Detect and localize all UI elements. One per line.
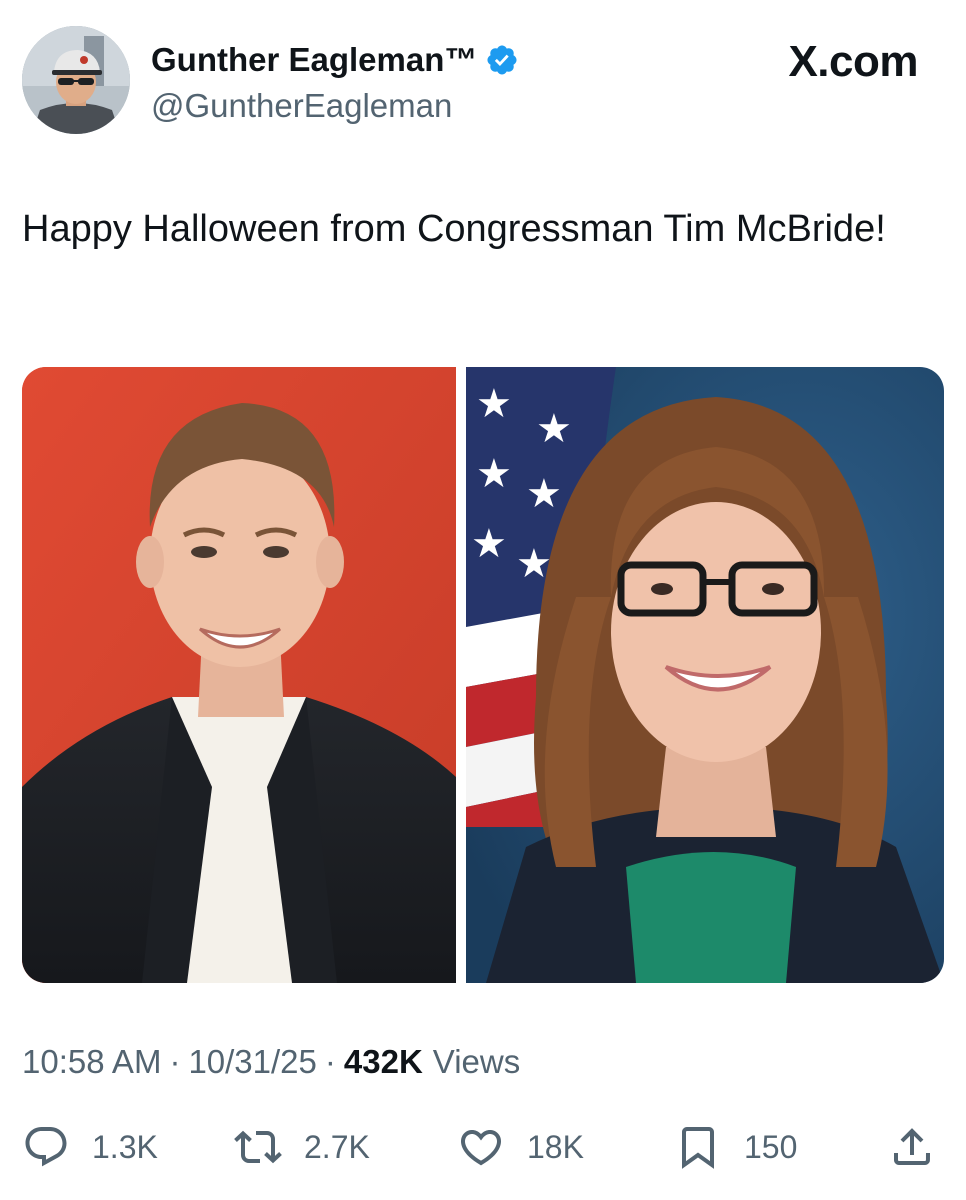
bookmark-button[interactable]: 150 [674, 1117, 797, 1177]
author-display-name[interactable]: Gunther Eagleman™ [151, 40, 519, 80]
media-photo-left[interactable] [22, 367, 456, 983]
like-button[interactable]: 18K [457, 1117, 584, 1177]
tweet-text: Happy Halloween from Congressman Tim McB… [22, 208, 886, 250]
svg-text:★: ★ [471, 521, 507, 567]
reply-icon [22, 1123, 70, 1171]
svg-text:★: ★ [526, 471, 562, 517]
meta-separator: · [169, 1043, 181, 1080]
author-handle[interactable]: @GuntherEagleman [151, 86, 452, 126]
svg-text:★: ★ [476, 381, 512, 427]
action-bar: 1.3K 2.7K 18K 150 [22, 1117, 944, 1177]
bookmark-count: 150 [744, 1128, 798, 1165]
tweet-time[interactable]: 10:58 AM [22, 1040, 161, 1084]
avatar[interactable] [22, 26, 130, 134]
author-name-text: Gunther Eagleman™ [151, 41, 478, 78]
tweet-media[interactable]: ★ ★ ★ ★ ★ ★ [22, 367, 944, 983]
avatar-photo [22, 26, 130, 134]
tweet-meta: 10:58 AM · 10/31/25 · 432K Views [22, 1040, 520, 1084]
tweet-date[interactable]: 10/31/25 [188, 1040, 316, 1084]
tweet-card: Gunther Eagleman™ @GuntherEagleman X.com… [0, 0, 966, 1200]
photo-young-man-red-background [22, 367, 456, 983]
share-button[interactable] [888, 1117, 936, 1177]
views-count: 432K [343, 1043, 423, 1080]
repost-icon [234, 1123, 282, 1171]
brand-label: X.com [788, 37, 918, 86]
meta-separator-2: · [324, 1043, 336, 1080]
svg-text:★: ★ [476, 451, 512, 497]
media-photo-right[interactable]: ★ ★ ★ ★ ★ ★ [466, 367, 944, 983]
like-count: 18K [527, 1128, 584, 1165]
photo-woman-glasses-flag-background: ★ ★ ★ ★ ★ ★ [466, 367, 944, 983]
svg-text:★: ★ [536, 406, 572, 452]
share-icon [888, 1123, 936, 1171]
views-label: Views [432, 1043, 521, 1080]
bookmark-icon [674, 1123, 722, 1171]
heart-icon [457, 1123, 505, 1171]
verified-badge-icon [485, 43, 519, 77]
reply-button[interactable]: 1.3K [22, 1117, 158, 1177]
reply-count: 1.3K [92, 1128, 158, 1165]
repost-count: 2.7K [304, 1128, 370, 1165]
repost-button[interactable]: 2.7K [234, 1117, 370, 1177]
